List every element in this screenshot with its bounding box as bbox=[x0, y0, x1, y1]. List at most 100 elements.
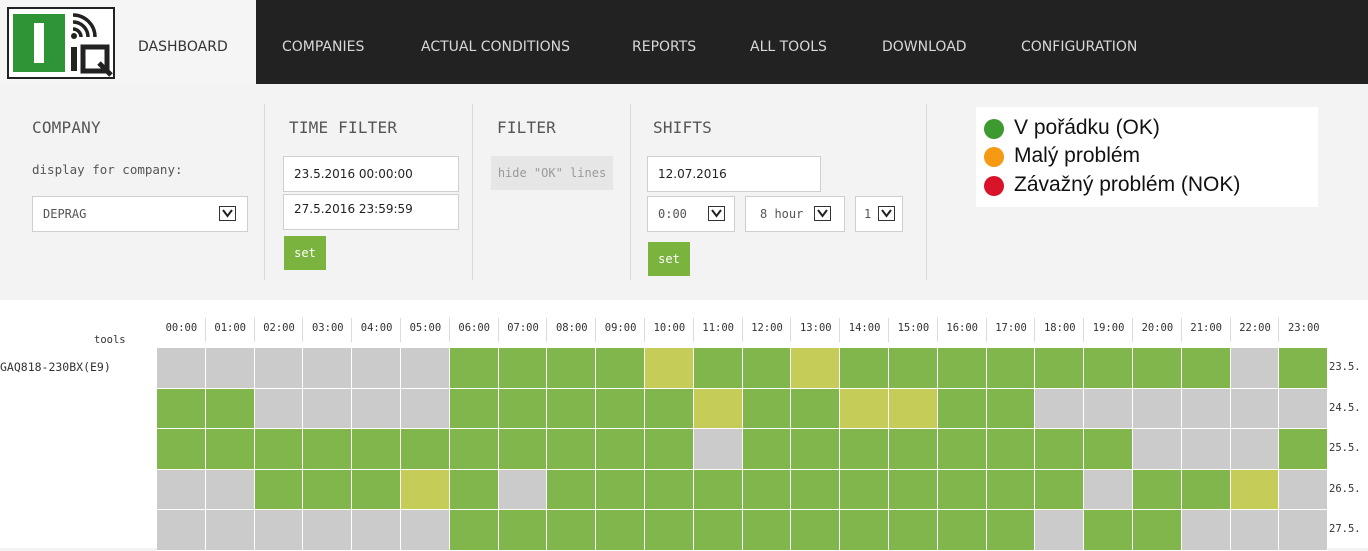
status-cell[interactable] bbox=[254, 510, 304, 551]
status-cell[interactable] bbox=[1230, 348, 1280, 389]
status-cell[interactable] bbox=[596, 469, 645, 510]
status-cell[interactable] bbox=[547, 429, 597, 470]
status-cell[interactable] bbox=[693, 469, 743, 510]
status-cell[interactable] bbox=[352, 469, 401, 510]
status-cell[interactable] bbox=[205, 510, 255, 551]
status-cell[interactable] bbox=[1084, 429, 1133, 470]
status-cell[interactable] bbox=[1230, 510, 1280, 551]
status-cell[interactable] bbox=[840, 469, 889, 510]
time-to-input[interactable]: 27.5.2016 23:59:59 bbox=[283, 194, 459, 230]
status-cell[interactable] bbox=[498, 348, 548, 389]
status-cell[interactable] bbox=[254, 348, 304, 389]
status-cell[interactable] bbox=[157, 388, 206, 429]
status-cell[interactable] bbox=[449, 510, 499, 551]
status-cell[interactable] bbox=[889, 348, 938, 389]
status-cell[interactable] bbox=[1035, 348, 1085, 389]
status-cell[interactable] bbox=[498, 388, 548, 429]
status-cell[interactable] bbox=[1133, 469, 1182, 510]
status-cell[interactable] bbox=[596, 388, 645, 429]
status-cell[interactable] bbox=[401, 469, 450, 510]
status-cell[interactable] bbox=[157, 348, 206, 389]
status-cell[interactable] bbox=[986, 469, 1036, 510]
nav-companies[interactable]: COMPANIES bbox=[282, 0, 364, 84]
status-cell[interactable] bbox=[791, 429, 841, 470]
status-cell[interactable] bbox=[498, 429, 548, 470]
status-cell[interactable] bbox=[937, 429, 987, 470]
status-cell[interactable] bbox=[1133, 348, 1182, 389]
status-cell[interactable] bbox=[1035, 510, 1085, 551]
status-cell[interactable] bbox=[1279, 429, 1329, 470]
status-cell[interactable] bbox=[840, 348, 889, 389]
status-cell[interactable] bbox=[1181, 510, 1231, 551]
status-cell[interactable] bbox=[742, 469, 792, 510]
status-cell[interactable] bbox=[889, 388, 938, 429]
status-cell[interactable] bbox=[449, 469, 499, 510]
status-cell[interactable] bbox=[889, 510, 938, 551]
status-cell[interactable] bbox=[937, 348, 987, 389]
time-set-button[interactable]: set bbox=[284, 236, 326, 270]
shift-date-input[interactable]: 12.07.2016 bbox=[647, 156, 821, 192]
nav-dashboard[interactable]: DASHBOARD bbox=[138, 0, 228, 84]
status-cell[interactable] bbox=[1035, 388, 1085, 429]
status-cell[interactable] bbox=[1084, 510, 1133, 551]
status-cell[interactable] bbox=[352, 348, 401, 389]
status-cell[interactable] bbox=[205, 388, 255, 429]
status-cell[interactable] bbox=[401, 429, 450, 470]
status-cell[interactable] bbox=[303, 348, 353, 389]
status-cell[interactable] bbox=[742, 429, 792, 470]
status-cell[interactable] bbox=[986, 388, 1036, 429]
status-cell[interactable] bbox=[303, 510, 353, 551]
chevron-down-icon[interactable] bbox=[814, 206, 831, 221]
status-cell[interactable] bbox=[1181, 348, 1231, 389]
chevron-down-icon[interactable] bbox=[878, 206, 895, 221]
status-cell[interactable] bbox=[547, 510, 597, 551]
status-cell[interactable] bbox=[596, 429, 645, 470]
status-cell[interactable] bbox=[791, 469, 841, 510]
status-cell[interactable] bbox=[1181, 429, 1231, 470]
status-cell[interactable] bbox=[986, 348, 1036, 389]
shift-start-select[interactable]: 0:00 bbox=[647, 196, 735, 232]
status-cell[interactable] bbox=[547, 388, 597, 429]
status-cell[interactable] bbox=[401, 388, 450, 429]
time-from-input[interactable]: 23.5.2016 00:00:00 bbox=[283, 156, 459, 192]
status-cell[interactable] bbox=[937, 510, 987, 551]
status-cell[interactable] bbox=[1230, 388, 1280, 429]
status-cell[interactable] bbox=[303, 429, 353, 470]
diq-logo-icon[interactable] bbox=[7, 7, 115, 79]
status-cell[interactable] bbox=[645, 348, 694, 389]
status-cell[interactable] bbox=[937, 469, 987, 510]
status-cell[interactable] bbox=[352, 388, 401, 429]
shift-length-select[interactable]: 8 hour bbox=[745, 196, 845, 232]
status-cell[interactable] bbox=[547, 348, 597, 389]
status-cell[interactable] bbox=[840, 388, 889, 429]
status-cell[interactable] bbox=[1084, 388, 1133, 429]
chevron-down-icon[interactable] bbox=[219, 206, 236, 221]
status-cell[interactable] bbox=[742, 510, 792, 551]
tool-name-link[interactable]: GAQ818-230BX(E9) bbox=[0, 360, 111, 374]
status-cell[interactable] bbox=[986, 429, 1036, 470]
status-cell[interactable] bbox=[693, 510, 743, 551]
status-cell[interactable] bbox=[205, 429, 255, 470]
status-cell[interactable] bbox=[1084, 469, 1133, 510]
shift-count-select[interactable]: 1 bbox=[855, 196, 903, 232]
status-cell[interactable] bbox=[791, 348, 841, 389]
nav-reports[interactable]: REPORTS bbox=[632, 0, 696, 84]
status-cell[interactable] bbox=[1133, 388, 1182, 429]
status-cell[interactable] bbox=[1181, 469, 1231, 510]
status-cell[interactable] bbox=[449, 388, 499, 429]
status-cell[interactable] bbox=[352, 429, 401, 470]
status-cell[interactable] bbox=[645, 469, 694, 510]
shifts-set-button[interactable]: set bbox=[648, 242, 690, 276]
status-cell[interactable] bbox=[1133, 429, 1182, 470]
status-cell[interactable] bbox=[303, 388, 353, 429]
status-cell[interactable] bbox=[449, 348, 499, 389]
status-cell[interactable] bbox=[889, 429, 938, 470]
status-cell[interactable] bbox=[645, 510, 694, 551]
status-cell[interactable] bbox=[889, 469, 938, 510]
status-cell[interactable] bbox=[1279, 510, 1329, 551]
status-cell[interactable] bbox=[254, 388, 304, 429]
status-cell[interactable] bbox=[498, 510, 548, 551]
status-cell[interactable] bbox=[645, 429, 694, 470]
status-cell[interactable] bbox=[303, 469, 353, 510]
status-cell[interactable] bbox=[693, 348, 743, 389]
